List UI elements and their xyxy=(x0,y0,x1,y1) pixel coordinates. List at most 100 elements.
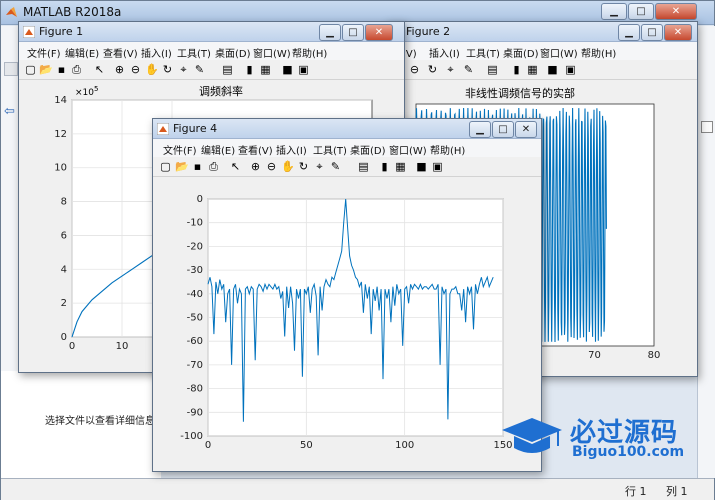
menu-item[interactable]: 工具(T) xyxy=(466,45,500,60)
show-tools-icon[interactable]: ▣ xyxy=(431,160,444,173)
brush-icon[interactable]: ✎ xyxy=(329,160,342,173)
print-icon[interactable]: ⎙ xyxy=(207,160,220,173)
colorbar-icon[interactable]: ▮ xyxy=(378,160,391,173)
fig1-minimize-button[interactable]: ▁ xyxy=(319,24,341,41)
zoom-in-icon[interactable]: ⊕ xyxy=(249,160,262,173)
save-icon[interactable]: ▪ xyxy=(55,63,68,76)
hide-tools-icon[interactable]: ■ xyxy=(281,63,294,76)
menu-item[interactable]: 帮助(H) xyxy=(581,45,616,60)
fig2-minimize-button[interactable]: ▁ xyxy=(618,24,640,41)
colorbar-icon[interactable]: ▮ xyxy=(510,63,523,76)
menu-item[interactable]: 窗口(W) xyxy=(540,45,578,60)
data-cursor-icon[interactable]: ⌖ xyxy=(177,63,190,76)
y-tick-label: -90 xyxy=(187,407,203,418)
zoom-out-icon[interactable]: ⊖ xyxy=(408,63,421,76)
show-tools-icon[interactable]: ▣ xyxy=(297,63,310,76)
menu-edit[interactable]: 编辑(E) xyxy=(65,45,99,60)
fig4-maximize-button[interactable]: □ xyxy=(492,121,514,138)
print-icon[interactable]: ⎙ xyxy=(70,63,83,76)
pan-hand-icon[interactable]: ✋ xyxy=(145,63,159,76)
menu-desktop[interactable]: 桌面(D) xyxy=(350,142,386,157)
legend-icon[interactable]: ▦ xyxy=(259,63,272,76)
brush-icon[interactable]: ✎ xyxy=(462,63,475,76)
brush-icon[interactable]: ✎ xyxy=(193,63,206,76)
menu-edit[interactable]: 编辑(E) xyxy=(201,142,235,157)
link-plot-icon[interactable]: ▤ xyxy=(486,63,499,76)
fig4-close-button[interactable]: ✕ xyxy=(515,121,537,138)
x-tick-label: 50 xyxy=(300,440,313,451)
menu-help[interactable]: 帮助(H) xyxy=(292,45,327,60)
show-tools-icon[interactable]: ▣ xyxy=(564,63,577,76)
new-figure-icon[interactable]: ▢ xyxy=(159,160,172,173)
back-arrow-icon[interactable]: ⇦ xyxy=(4,104,18,119)
fig1-maximize-button[interactable]: □ xyxy=(342,24,364,41)
data-cursor-icon[interactable]: ⌖ xyxy=(313,160,326,173)
maximize-button[interactable]: □ xyxy=(628,3,654,20)
menu-item[interactable]: 插入(I) xyxy=(429,45,460,60)
rotate-icon[interactable]: ↻ xyxy=(161,63,174,76)
menu-window[interactable]: 窗口(W) xyxy=(253,45,291,60)
menu-item[interactable]: 桌面(D) xyxy=(503,45,539,60)
zoom-in-icon[interactable]: ⊕ xyxy=(113,63,126,76)
link-plot-icon[interactable]: ▤ xyxy=(221,63,234,76)
menu-desktop[interactable]: 桌面(D) xyxy=(215,45,251,60)
figure-1-title: Figure 1 xyxy=(39,25,84,38)
data-cursor-icon[interactable]: ⌖ xyxy=(444,63,457,76)
menu-view[interactable]: 查看(V) xyxy=(103,45,138,60)
y-tick-label: -60 xyxy=(187,336,203,347)
details-hint-text: 选择文件以查看详细信息 xyxy=(45,416,155,427)
panel-icon[interactable] xyxy=(4,62,18,76)
pan-hand-icon[interactable]: ✋ xyxy=(281,160,295,173)
y-tick-label: 4 xyxy=(61,264,67,275)
hide-tools-icon[interactable]: ■ xyxy=(415,160,428,173)
fig2-close-button[interactable]: ✕ xyxy=(664,24,692,41)
fig2-maximize-button[interactable]: □ xyxy=(641,24,663,41)
rotate-icon[interactable]: ↻ xyxy=(426,63,439,76)
menu-window[interactable]: 窗口(W) xyxy=(389,142,427,157)
menu-tools[interactable]: 工具(T) xyxy=(177,45,211,60)
minimize-button[interactable]: ▁ xyxy=(601,3,627,20)
figure-2-title: Figure 2 xyxy=(406,25,451,38)
hide-tools-icon[interactable]: ■ xyxy=(546,63,559,76)
save-icon[interactable]: ▪ xyxy=(191,160,204,173)
link-plot-icon[interactable]: ▤ xyxy=(357,160,370,173)
new-figure-icon[interactable]: ▢ xyxy=(24,63,37,76)
menu-tools[interactable]: 工具(T) xyxy=(313,142,347,157)
figure-4-window-controls: ▁ □ ✕ xyxy=(469,121,537,139)
menu-file[interactable]: 文件(F) xyxy=(163,142,197,157)
menu-view[interactable]: 查看(V) xyxy=(238,142,273,157)
x-tick-label: 0 xyxy=(205,440,211,451)
colorbar-icon[interactable]: ▮ xyxy=(243,63,256,76)
close-button[interactable]: ✕ xyxy=(655,3,697,20)
fig4-minimize-button[interactable]: ▁ xyxy=(469,121,491,138)
menu-insert[interactable]: 插入(I) xyxy=(141,45,172,60)
y-tick-label: 8 xyxy=(61,197,67,208)
open-file-icon[interactable]: 📂 xyxy=(175,160,189,173)
pointer-icon[interactable]: ↖ xyxy=(93,63,106,76)
menu-help[interactable]: 帮助(H) xyxy=(430,142,465,157)
y-exponent-base: ×10 xyxy=(75,88,94,98)
matlab-figure-icon xyxy=(157,123,169,135)
panel-toggle-icon[interactable] xyxy=(701,121,713,133)
y-tick-label: 0 xyxy=(61,332,67,343)
menu-insert[interactable]: 插入(I) xyxy=(276,142,307,157)
pointer-icon[interactable]: ↖ xyxy=(229,160,242,173)
fig1-close-button[interactable]: ✕ xyxy=(365,24,393,41)
status-col-indicator: 列 1 xyxy=(666,485,688,498)
y-tick-label: -20 xyxy=(187,241,203,252)
open-file-icon[interactable]: 📂 xyxy=(39,63,53,76)
rotate-icon[interactable]: ↻ xyxy=(297,160,310,173)
figure-2-titlebar: Figure 2 ▁ □ ✕ xyxy=(386,22,697,42)
figure-1-menubar: 文件(F) 编辑(E) 查看(V) 插入(I) 工具(T) 桌面(D) 窗口(W… xyxy=(19,42,404,60)
y-tick-label: -30 xyxy=(187,265,203,276)
watermark-url: Biguo100.com xyxy=(572,444,685,460)
y-tick-label: 10 xyxy=(54,163,67,174)
matlab-window-title: MATLAB R2018a xyxy=(23,5,122,19)
menu-file[interactable]: 文件(F) xyxy=(27,45,61,60)
zoom-out-icon[interactable]: ⊖ xyxy=(129,63,142,76)
zoom-out-icon[interactable]: ⊖ xyxy=(265,160,278,173)
legend-icon[interactable]: ▦ xyxy=(526,63,539,76)
legend-icon[interactable]: ▦ xyxy=(394,160,407,173)
figure-4-window[interactable]: Figure 4 ▁ □ ✕ 文件(F) 编辑(E) 查看(V) 插入(I) 工… xyxy=(152,118,542,472)
y-tick-label: -80 xyxy=(187,384,203,395)
